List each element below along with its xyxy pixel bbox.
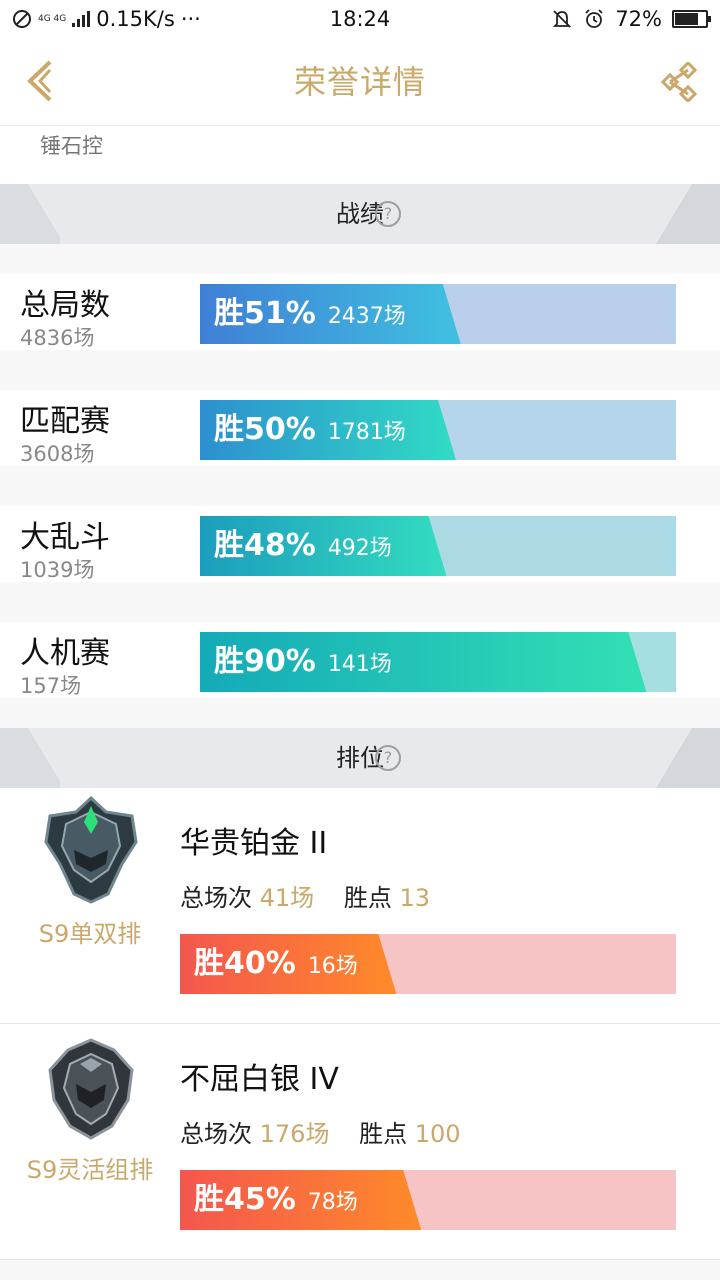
win-games: 141场 <box>327 652 392 677</box>
win-games: 2437场 <box>327 304 406 329</box>
rank-win-rate-percent: 胜45% <box>194 1182 296 1217</box>
mode-count: 4836场 <box>20 326 95 350</box>
total-games-value: 176场 <box>259 1120 330 1148</box>
mode-count: 3608场 <box>20 442 95 466</box>
alarm-icon <box>585 9 603 28</box>
league-points-value: 13 <box>399 884 431 912</box>
mode-count: 1039场 <box>20 558 95 582</box>
mode-count: 157场 <box>20 674 82 698</box>
win-rate-text: 胜50% 1781场 <box>214 400 406 460</box>
rank-meta: 总场次 41场 胜点 13 <box>180 878 430 913</box>
mute-bell-icon <box>553 10 572 28</box>
rank-card-flex[interactable]: S9灵活组排 不屈白银 IV 总场次 176场 胜点 100 胜45% 78场 <box>0 1024 720 1260</box>
win-rate-bar: 胜51% 2437场 <box>200 284 676 344</box>
league-points-value: 100 <box>414 1120 461 1148</box>
mode-row-normal: 匹配赛 3608场 胜50% 1781场 <box>0 390 720 466</box>
battery-percent: 72% <box>615 7 662 31</box>
more-dots: ··· <box>180 7 201 31</box>
league-points-label: 胜点 <box>343 884 392 912</box>
rank-win-rate-text: 胜45% 78场 <box>194 1170 358 1230</box>
silver-rank-badge-icon <box>48 1038 134 1140</box>
network-speed: 0.15K/s <box>96 7 175 31</box>
rank-tier: 华贵铂金 II <box>180 826 328 861</box>
mode-name: 大乱斗 <box>20 520 110 555</box>
status-right: 72% <box>551 7 711 31</box>
win-rate-text: 胜90% 141场 <box>214 632 392 692</box>
signal-icon <box>72 11 91 27</box>
win-rate-text: 胜48% 492场 <box>214 516 392 576</box>
rank-meta: 总场次 176场 胜点 100 <box>180 1114 461 1149</box>
page-title: 荣誉详情 <box>293 63 426 101</box>
network-type: 4G 4G <box>38 13 67 24</box>
summoner-tag: 锤石控 <box>40 134 103 158</box>
help-icon[interactable]: ? <box>375 745 401 771</box>
rank-win-games: 78场 <box>307 1190 358 1215</box>
section-title-ranked: 排位 <box>336 744 384 772</box>
platinum-rank-badge-icon <box>44 795 138 904</box>
mode-row-bots: 人机赛 157场 胜90% 141场 <box>0 622 720 698</box>
win-games: 1781场 <box>327 420 406 445</box>
win-rate-percent: 胜50% <box>214 412 316 447</box>
share-icon[interactable] <box>660 62 700 102</box>
rank-card-solo[interactable]: S9单双排 华贵铂金 II 总场次 41场 胜点 13 胜40% 16场 <box>0 788 720 1024</box>
win-rate-bar: 胜90% 141场 <box>200 632 676 692</box>
summoner-tag-row: 锤石控 <box>0 126 720 184</box>
nav-bar: 荣誉详情 <box>0 38 720 126</box>
mode-name: 总局数 <box>20 288 110 323</box>
win-rate-bar: 胜50% 1781场 <box>200 400 676 460</box>
total-games-value: 41场 <box>259 884 315 912</box>
section-header-record: 战绩 ? <box>0 184 720 244</box>
rank-win-games: 16场 <box>307 954 358 979</box>
total-games-label: 总场次 <box>180 1120 252 1148</box>
rank-tier: 不屈白银 IV <box>180 1062 339 1097</box>
queue-name: S9灵活组排 <box>26 1156 154 1184</box>
section-header-ranked: 排位 ? <box>0 728 720 788</box>
win-rate-percent: 胜90% <box>214 644 316 679</box>
win-games: 492场 <box>327 536 392 561</box>
mode-name: 匹配赛 <box>20 404 110 439</box>
queue-name: S9单双排 <box>38 920 142 948</box>
rank-win-rate-bar: 胜45% 78场 <box>180 1170 676 1230</box>
mode-name: 人机赛 <box>20 636 110 671</box>
no-sim-icon <box>13 10 31 28</box>
help-icon[interactable]: ? <box>375 201 401 227</box>
rank-win-rate-bar: 胜40% 16场 <box>180 934 676 994</box>
league-points-label: 胜点 <box>359 1120 408 1148</box>
mode-row-aram: 大乱斗 1039场 胜48% 492场 <box>0 506 720 582</box>
win-rate-text: 胜51% 2437场 <box>214 284 406 344</box>
win-rate-percent: 胜51% <box>214 296 316 331</box>
win-rate-percent: 胜48% <box>214 528 316 563</box>
status-left: 4G 4G 0.15K/s ··· <box>12 7 312 31</box>
status-bar: 4G 4G 0.15K/s ··· 18:24 72% <box>0 0 720 38</box>
back-arrow-icon[interactable] <box>20 56 70 106</box>
mode-row-total: 总局数 4836场 胜51% 2437场 <box>0 274 720 350</box>
total-games-label: 总场次 <box>180 884 252 912</box>
win-rate-bar: 胜48% 492场 <box>200 516 676 576</box>
battery-icon <box>672 10 711 28</box>
rank-win-rate-percent: 胜40% <box>194 946 296 981</box>
section-title-record: 战绩 <box>336 200 384 228</box>
rank-win-rate-text: 胜40% 16场 <box>194 934 358 994</box>
